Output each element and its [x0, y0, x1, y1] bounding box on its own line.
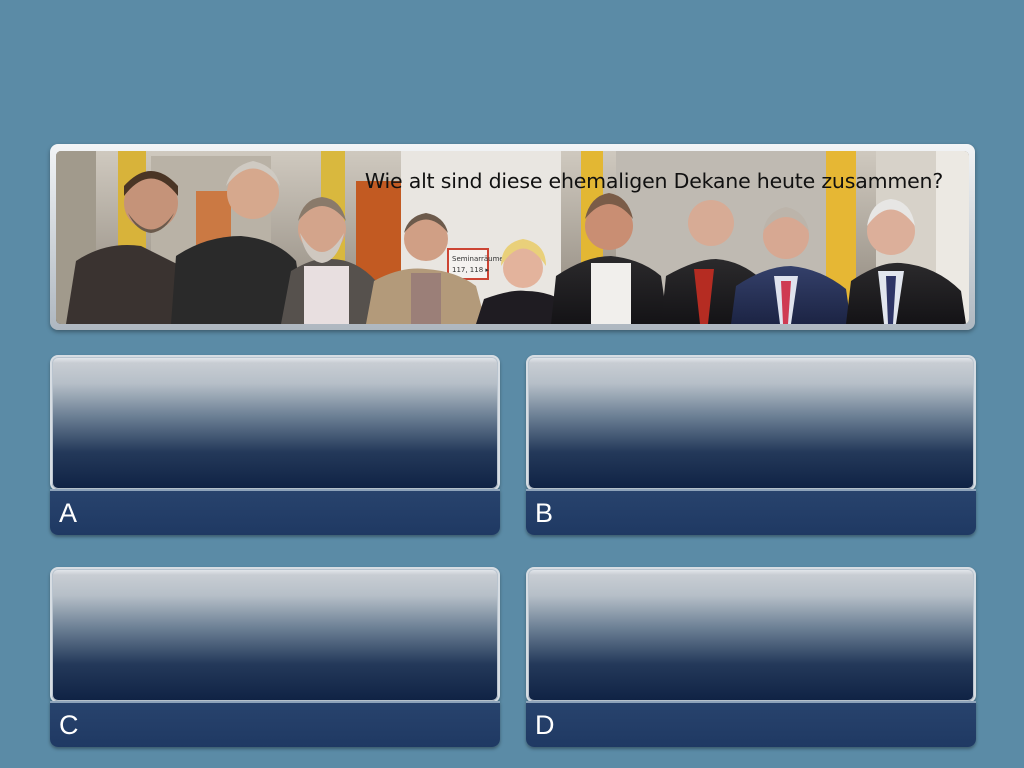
answer-d[interactable]: D — [526, 567, 976, 747]
answer-b[interactable]: B — [526, 355, 976, 535]
answer-a-panel[interactable] — [50, 355, 500, 491]
answer-c[interactable]: C — [50, 567, 500, 747]
answer-d-bar[interactable]: D — [526, 701, 976, 747]
answer-b-panel[interactable] — [526, 355, 976, 491]
answer-d-panel[interactable] — [526, 567, 976, 703]
photo-sign-number: 117, 118 ▸ — [452, 266, 489, 274]
group-photo: Seminarräume 117, 118 ▸ Wie alt sind die… — [56, 151, 969, 324]
answer-c-bar[interactable]: C — [50, 701, 500, 747]
answer-a[interactable]: A — [50, 355, 500, 535]
answer-c-panel[interactable] — [50, 567, 500, 703]
question-banner: Seminarräume 117, 118 ▸ Wie alt sind die… — [50, 144, 975, 330]
quiz-slide: Seminarräume 117, 118 ▸ Wie alt sind die… — [0, 0, 1024, 768]
question-text: Wie alt sind diese ehemaligen Dekane heu… — [364, 169, 943, 193]
photo-sign: Seminarräume — [452, 255, 504, 263]
answer-b-letter: B — [535, 498, 554, 528]
answer-a-bar[interactable]: A — [50, 489, 500, 535]
answer-b-bar[interactable]: B — [526, 489, 976, 535]
answer-d-letter: D — [535, 710, 555, 740]
answer-c-letter: C — [59, 710, 79, 740]
answer-a-letter: A — [59, 498, 78, 528]
